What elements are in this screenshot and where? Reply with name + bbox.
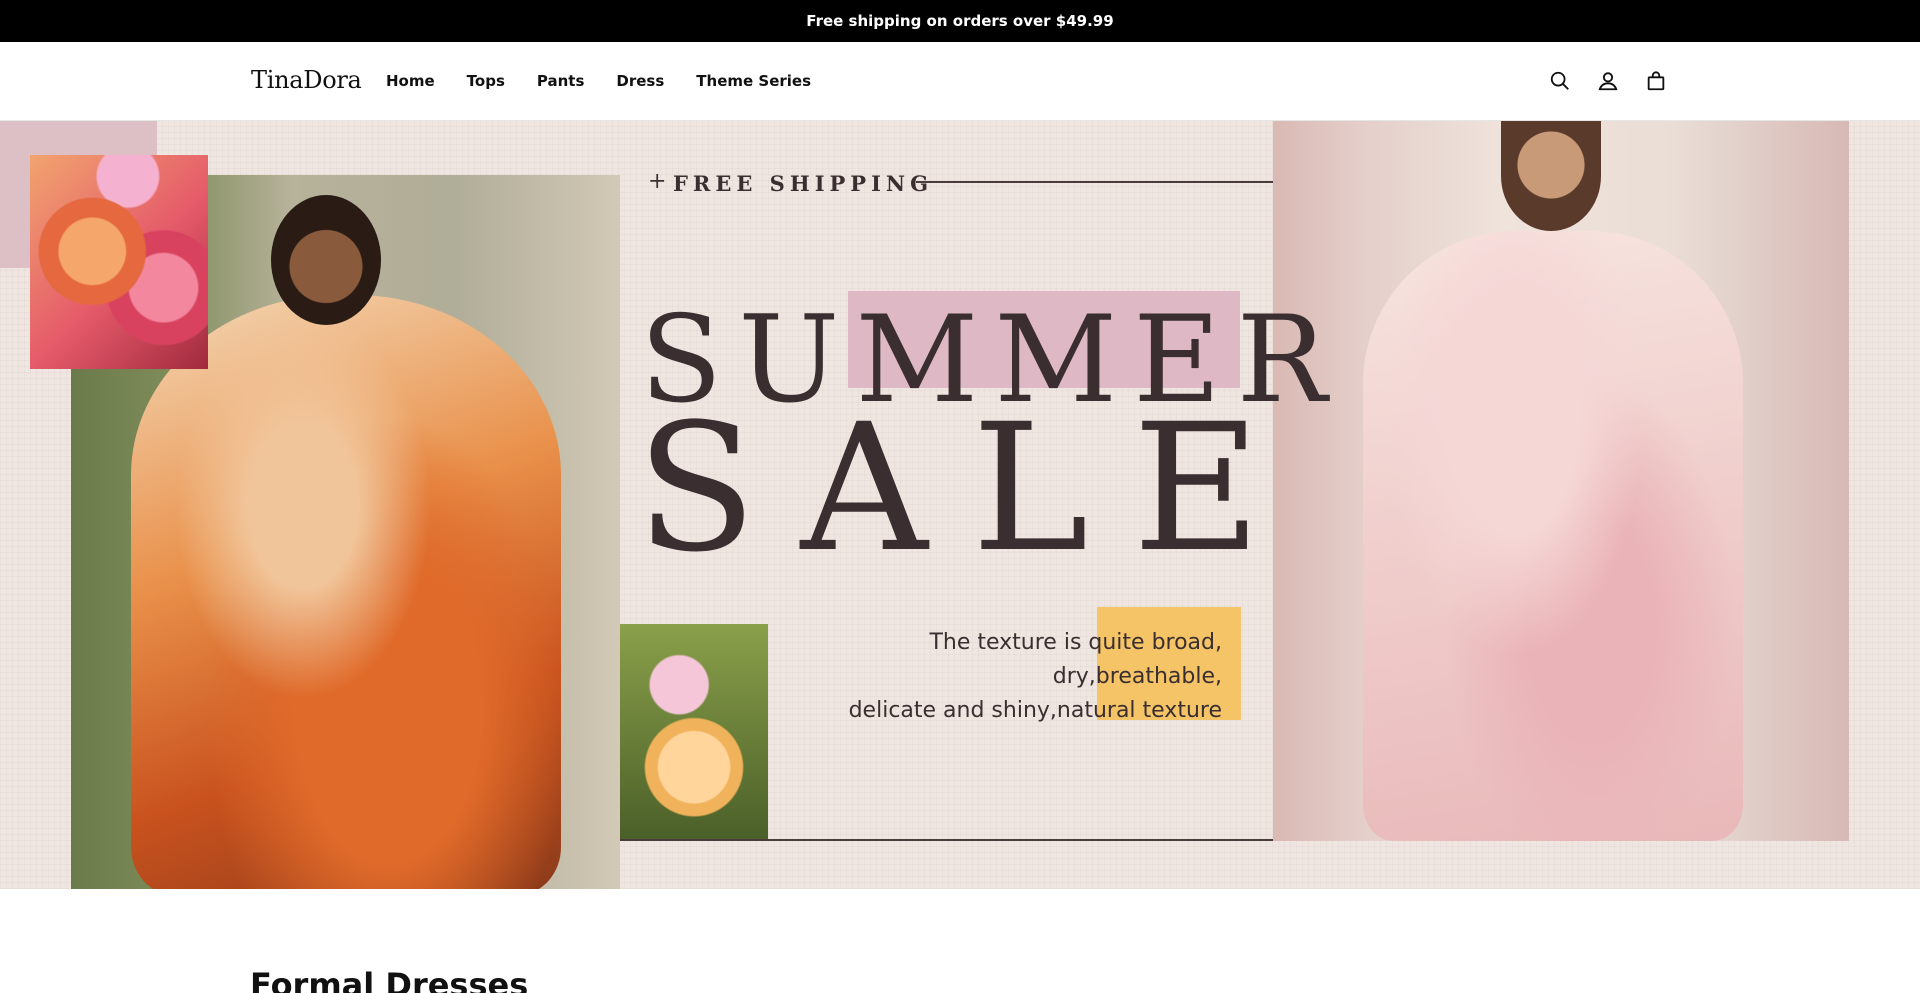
cart-icon[interactable] xyxy=(1643,68,1669,94)
pink-dress-shape xyxy=(1363,231,1743,841)
section-title: Formal Dresses xyxy=(250,966,529,993)
headline-sale: SALE xyxy=(636,386,1306,591)
divider-line-bottom xyxy=(620,839,1273,841)
plus-mark: + xyxy=(648,169,667,194)
nav-tops[interactable]: Tops xyxy=(467,72,505,90)
flower-photo-middle xyxy=(620,624,768,841)
hero-tagline: The texture is quite broad, dry,breathab… xyxy=(760,626,1222,728)
hero-tagline-line-2: delicate and shiny,natural texture xyxy=(848,698,1222,723)
nav-dress[interactable]: Dress xyxy=(616,72,664,90)
header-icons xyxy=(1547,68,1669,94)
free-shipping-label: FREE SHIPPING xyxy=(673,171,934,196)
orange-dress-shape xyxy=(131,295,561,889)
model-head-left xyxy=(271,195,381,325)
nav-home[interactable]: Home xyxy=(386,72,435,90)
divider-line-top xyxy=(916,181,1273,183)
hero-tagline-line-1: The texture is quite broad, dry,breathab… xyxy=(929,630,1222,689)
site-header: TinaDora Home Tops Pants Dress Theme Ser… xyxy=(0,42,1920,121)
nav-theme-series[interactable]: Theme Series xyxy=(696,72,811,90)
model-head-right xyxy=(1501,121,1601,231)
site-logo[interactable]: TinaDora xyxy=(251,66,362,94)
nav-pants[interactable]: Pants xyxy=(537,72,585,90)
search-icon[interactable] xyxy=(1547,68,1573,94)
main-nav: Home Tops Pants Dress Theme Series xyxy=(386,72,811,90)
announcement-text: Free shipping on orders over $49.99 xyxy=(806,12,1114,30)
account-icon[interactable] xyxy=(1595,68,1621,94)
announcement-bar: Free shipping on orders over $49.99 xyxy=(0,0,1920,42)
hero-image-right xyxy=(1273,121,1849,841)
flower-photo-top-left xyxy=(30,155,208,369)
hero-banner[interactable]: + FREE SHIPPING SUMMER SALE The texture … xyxy=(0,121,1920,889)
